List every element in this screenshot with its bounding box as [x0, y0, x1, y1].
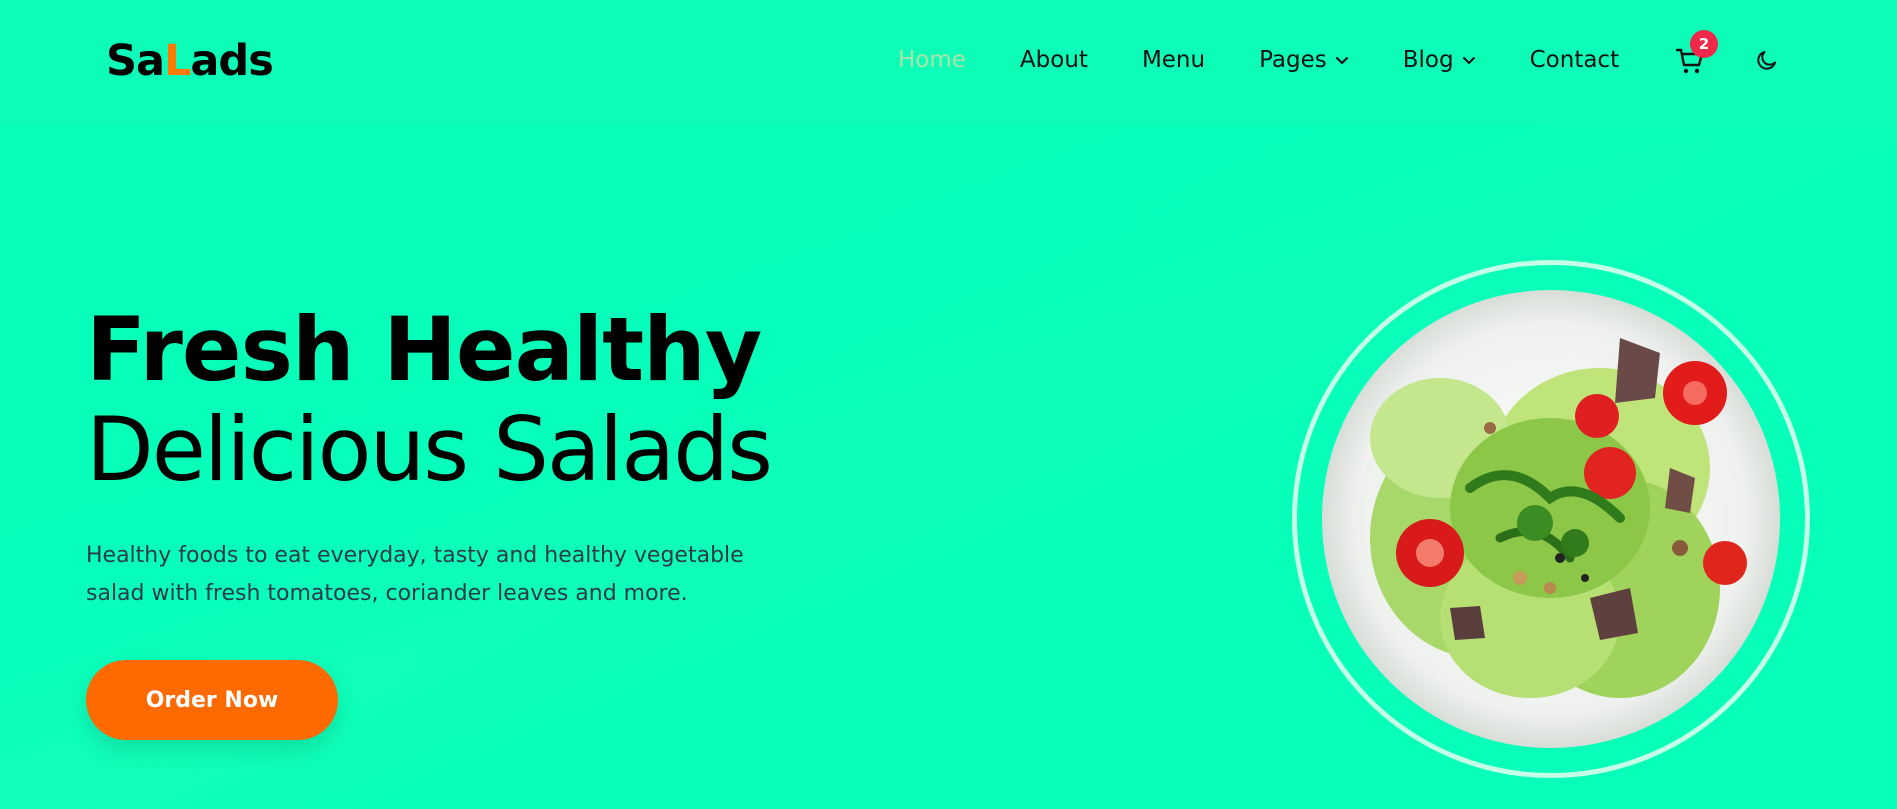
nav-blog[interactable]: Blog: [1403, 47, 1476, 73]
moon-icon[interactable]: [1755, 48, 1779, 72]
nav-blog-label: Blog: [1402, 47, 1454, 73]
nav-contact[interactable]: Contact: [1530, 47, 1619, 73]
nav-about-label: About: [1019, 47, 1088, 73]
logo-accent-letter: L: [164, 36, 191, 86]
salad-plate-image: [1322, 290, 1780, 748]
nav-menu[interactable]: Menu: [1142, 47, 1205, 73]
nav-contact-label: Contact: [1529, 47, 1620, 73]
nav-home-label: Home: [898, 47, 966, 73]
main-nav: Home About Menu Pages Blog Contact: [898, 44, 1673, 76]
logo[interactable]: SaLads: [106, 36, 274, 86]
nav-home[interactable]: Home: [898, 47, 966, 73]
nav-pages[interactable]: Pages: [1259, 47, 1349, 73]
chevron-down-icon: [1462, 57, 1475, 64]
nav-menu-label: Menu: [1141, 47, 1206, 73]
site-header: SaLads Home About Menu Pages Blog Contac…: [0, 0, 1897, 125]
logo-text-end: ads: [190, 36, 273, 86]
chevron-down-icon: [1335, 57, 1348, 64]
cart-count-badge: 2: [1690, 30, 1718, 58]
nav-pages-label: Pages: [1259, 47, 1327, 73]
hero-title-line-2: Delicious Salads: [86, 398, 773, 501]
hero-title-line-1: Fresh Healthy: [86, 298, 762, 401]
hero-description: Healthy foods to eat everyday, tasty and…: [86, 543, 744, 606]
order-now-button[interactable]: Order Now: [86, 660, 338, 740]
logo-text-start: Sa: [106, 36, 165, 86]
nav-about[interactable]: About: [1020, 47, 1088, 73]
